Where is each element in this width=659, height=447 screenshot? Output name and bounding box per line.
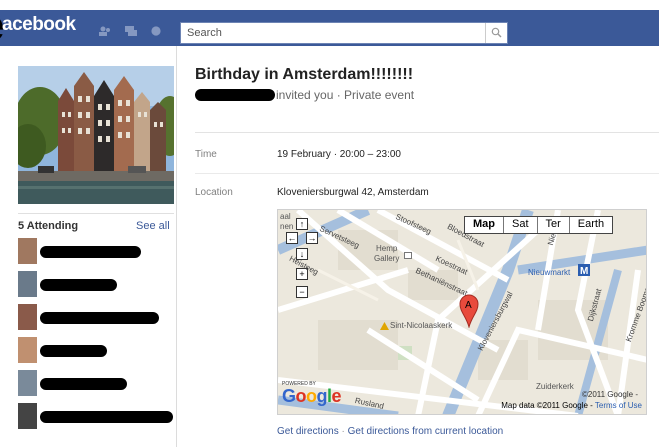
location-marker-icon[interactable]: A (459, 294, 479, 328)
attendee-name-redacted (40, 411, 173, 423)
pan-right-button[interactable]: → (306, 232, 318, 244)
map-label-gallery: Gallery (374, 254, 400, 263)
marker-letter: A (465, 300, 472, 311)
map-label-nen: nen (280, 222, 294, 231)
attendee-row[interactable] (18, 370, 178, 398)
column-divider (176, 46, 177, 447)
sidebar-divider (18, 213, 174, 214)
host-name-redacted (195, 89, 275, 101)
event-cover-photo[interactable] (18, 66, 174, 204)
map-attribution: Map data ©2011 Google - Terms of Use (501, 401, 642, 410)
map-type-control: Map Sat Ter Earth (464, 216, 614, 234)
map-type-ter-button[interactable]: Ter (537, 217, 570, 233)
messages-icon[interactable] (125, 26, 137, 36)
invite-text: invited you · Private event (276, 88, 415, 102)
attendee-name-redacted (40, 312, 159, 324)
attendee-name-redacted (40, 279, 117, 291)
time-value: 19 February · 20:00 – 23:00 (277, 149, 401, 160)
directions-from-current-location-link[interactable]: Get directions from current location (348, 426, 504, 437)
attendee-row[interactable] (18, 337, 178, 365)
map-type-map-button[interactable]: Map (465, 217, 504, 233)
section-divider (195, 132, 659, 133)
zoom-out-button[interactable]: − (296, 286, 308, 298)
amsterdam-canal-houses-image (18, 66, 174, 204)
pan-up-button[interactable]: ↑ (296, 218, 308, 230)
pan-left-button[interactable]: ← (286, 232, 298, 244)
google-logo[interactable]: Google (282, 386, 342, 407)
attendee-avatar[interactable] (18, 403, 37, 429)
event-title: Birthday in Amsterdam!!!!!!!! (195, 66, 414, 83)
attending-count: 5 Attending (18, 220, 79, 232)
attendee-avatar[interactable] (18, 337, 37, 363)
church-icon (380, 322, 389, 330)
attendee-name-redacted (40, 246, 141, 258)
location-value: Kloveniersburgwal 42, Amsterdam (277, 187, 429, 198)
search-icon (491, 27, 502, 38)
link-separator: · (341, 426, 345, 437)
directions-links: Get directions · Get directions from cur… (277, 426, 503, 437)
map-type-earth-button[interactable]: Earth (569, 217, 613, 233)
page: e acebook Search (0, 0, 659, 447)
attendee-name-redacted (40, 378, 127, 390)
metro-icon: M (578, 264, 590, 276)
map-label-aal: aal (280, 212, 291, 221)
time-label: Time (195, 149, 217, 160)
terms-of-use-link[interactable]: Terms of Use (595, 401, 642, 410)
notifications-globe-icon[interactable] (150, 26, 162, 36)
svg-text:M: M (580, 266, 588, 276)
map-label-nieuwmarkt: Nieuwmarkt (528, 268, 571, 277)
see-all-link[interactable]: See all (136, 220, 170, 232)
section-divider (195, 173, 659, 174)
location-map[interactable]: aal nen ↑ ← → ↓ + − Servetsteeg Stoofste… (277, 209, 647, 415)
attendee-avatar[interactable] (18, 238, 37, 264)
search-placeholder: Search (187, 27, 222, 39)
attendee-row[interactable] (18, 304, 178, 332)
search-input[interactable]: Search (180, 22, 508, 44)
map-label-sint-nicolaaskerk: Sint-Nicolaaskerk (390, 321, 453, 330)
map-data-text: Map data ©2011 Google - (501, 401, 593, 410)
attendee-row[interactable] (18, 238, 178, 266)
map-label-hemp: Hemp (376, 244, 398, 253)
attendee-avatar[interactable] (18, 271, 37, 297)
attendee-row[interactable] (18, 271, 178, 299)
facebook-logo[interactable]: acebook (2, 14, 76, 36)
attendee-avatar[interactable] (18, 370, 37, 396)
friend-requests-icon[interactable] (99, 26, 111, 36)
attendee-avatar[interactable] (18, 304, 37, 330)
attendee-row[interactable] (18, 403, 178, 431)
location-label: Location (195, 187, 233, 198)
search-button[interactable] (485, 23, 507, 43)
map-type-sat-button[interactable]: Sat (504, 217, 538, 233)
map-copyright: ©2011 Google - (581, 390, 638, 399)
map-label-zuiderkerk: Zuiderkerk (536, 382, 574, 391)
get-directions-link[interactable]: Get directions (277, 426, 339, 437)
attendee-name-redacted (40, 345, 107, 357)
gallery-icon (404, 252, 412, 259)
